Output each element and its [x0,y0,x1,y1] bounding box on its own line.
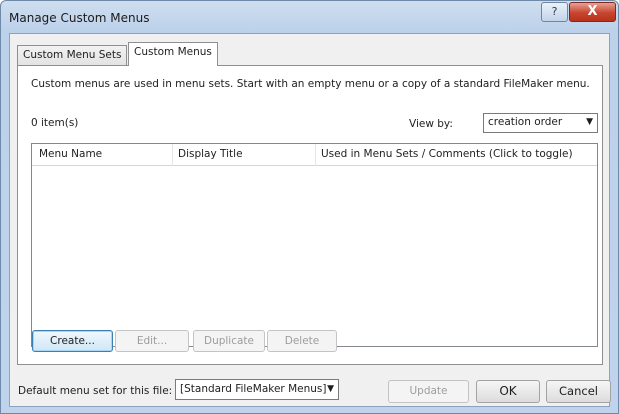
close-icon: X [587,4,598,19]
panel-description: Custom menus are used in menu sets. Star… [31,78,590,90]
column-header-menu-name[interactable]: Menu Name [39,148,102,160]
menu-list[interactable]: Menu Name Display Title Used in Menu Set… [31,143,598,347]
create-button[interactable]: Create... [32,330,113,352]
dialog-client-area: Custom Menu Sets Custom Menus Custom men… [9,33,611,407]
title-bar: Manage Custom Menus ? X [1,1,618,33]
help-icon: ? [551,5,558,18]
edit-button[interactable]: Edit... [115,330,189,352]
tab-custom-menus[interactable]: Custom Menus [128,42,218,66]
item-count: 0 item(s) [31,117,79,129]
view-by-label: View by: [409,118,453,130]
column-divider[interactable] [315,144,316,166]
custom-menus-panel: Custom menus are used in menu sets. Star… [17,65,603,365]
delete-button[interactable]: Delete [267,330,337,352]
column-divider[interactable] [172,144,173,166]
default-menu-set-select[interactable]: [Standard FileMaker Menus] ▼ [175,379,339,400]
close-button[interactable]: X [569,2,616,22]
window-title: Manage Custom Menus [9,11,150,25]
chevron-down-icon: ▼ [586,117,593,127]
help-button[interactable]: ? [541,2,568,22]
chevron-down-icon: ▼ [327,384,334,394]
column-header-display-title[interactable]: Display Title [178,148,243,160]
duplicate-button[interactable]: Duplicate [193,330,265,352]
view-by-value: creation order [488,116,563,128]
cancel-button[interactable]: Cancel [546,380,611,403]
default-menu-set-value: [Standard FileMaker Menus] [180,383,327,395]
column-header-used-in-menu-sets[interactable]: Used in Menu Sets / Comments (Click to t… [321,148,573,160]
dialog-window: Manage Custom Menus ? X Custom Menu Sets… [0,0,619,414]
list-header: Menu Name Display Title Used in Menu Set… [32,144,597,166]
update-button[interactable]: Update [388,380,469,403]
tab-custom-menu-sets[interactable]: Custom Menu Sets [17,45,128,65]
default-menu-set-label: Default menu set for this file: [18,385,173,397]
ok-button[interactable]: OK [476,380,540,403]
view-by-select[interactable]: creation order ▼ [483,113,598,133]
